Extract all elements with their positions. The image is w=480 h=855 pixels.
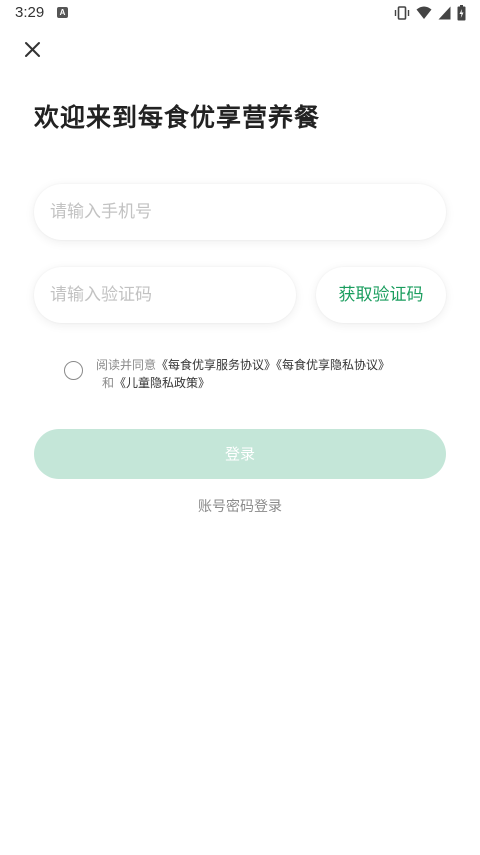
privacy-agreement-link[interactable]: 《每食优享隐私协议》	[276, 358, 390, 372]
phone-input[interactable]	[50, 184, 430, 240]
agreement-checkbox[interactable]	[64, 361, 83, 380]
code-field[interactable]	[34, 267, 296, 323]
children-privacy-link[interactable]: 《儿童隐私政策》	[114, 376, 210, 390]
battery-icon	[457, 5, 466, 21]
vibrate-icon	[394, 6, 410, 20]
agreement-prefix: 阅读并同意	[96, 358, 157, 372]
get-code-button[interactable]: 获取验证码	[316, 267, 446, 323]
password-login-link[interactable]: 账号密码登录	[0, 496, 480, 516]
close-button[interactable]	[20, 37, 46, 63]
service-agreement-link[interactable]: 《每食优享服务协议》	[156, 358, 276, 372]
agreement-conjunction: 和	[102, 376, 115, 390]
wifi-icon	[416, 6, 432, 20]
status-time: 3:29	[15, 4, 45, 21]
phone-field[interactable]	[34, 184, 446, 240]
login-button[interactable]: 登录	[34, 429, 446, 479]
signal-icon	[438, 6, 451, 20]
status-bar: 3:29 A	[0, 0, 480, 26]
agreement-text: 阅读并同意《每食优享服务协议》《每食优享隐私协议》 和《儿童隐私政策》	[96, 356, 426, 392]
close-icon	[20, 37, 46, 63]
a-icon: A	[57, 7, 68, 18]
verification-code-input[interactable]	[50, 267, 280, 323]
page-title: 欢迎来到每食优享营养餐	[34, 103, 321, 132]
status-icons	[394, 4, 466, 22]
